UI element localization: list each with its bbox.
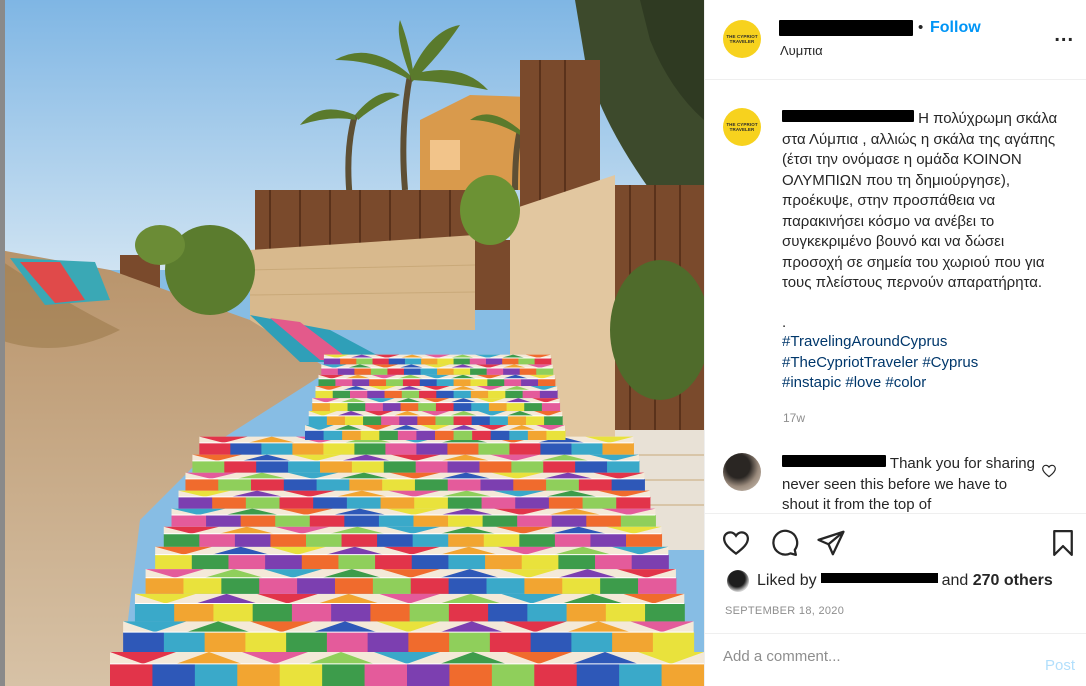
caption-body: Η πολύχρωμη σκάλα στα Λύμπια , αλλιώς η … xyxy=(782,110,1058,291)
account-avatar[interactable]: THE CYPRIOT TRAVELER xyxy=(723,20,761,58)
caption-timestamp[interactable]: 17w xyxy=(783,411,805,425)
username-redacted[interactable] xyxy=(779,20,913,36)
hashtag-link[interactable]: #TravelingAroundCyprus xyxy=(782,333,947,350)
logo-text-line2: TRAVELER xyxy=(729,39,755,44)
comment-input[interactable] xyxy=(723,648,1003,665)
commenter-username-redacted[interactable] xyxy=(782,455,886,467)
caption-avatar[interactable]: THE CYPRIOT TRAVELER xyxy=(723,108,761,146)
post-date[interactable]: SEPTEMBER 18, 2020 xyxy=(725,605,844,617)
staircase-image xyxy=(0,0,704,686)
caption-text: Η πολύχρωμη σκάλα στα Λύμπια , αλλιώς η … xyxy=(782,109,1064,294)
comments-section[interactable]: THE CYPRIOT TRAVELER Η πολύχρωμη σκάλα σ… xyxy=(705,81,1086,513)
caption-username-redacted[interactable] xyxy=(782,110,914,122)
post-photo[interactable] xyxy=(0,0,704,686)
post-header: THE CYPRIOT TRAVELER • Follow Λυμπια ... xyxy=(705,0,1086,80)
save-bookmark-icon[interactable] xyxy=(1048,528,1078,558)
liked-by-and: and xyxy=(941,572,969,589)
add-comment-bar: Post xyxy=(705,633,1086,686)
hashtag-link[interactable]: #love xyxy=(845,374,881,391)
separator-dot: • xyxy=(918,19,924,36)
follow-button[interactable]: Follow xyxy=(930,19,981,37)
comment-text: Thank you for sharing never seen this be… xyxy=(782,454,1046,513)
logo-text-line2: TRAVELER xyxy=(729,127,755,132)
liked-by-prefix: Liked by xyxy=(757,572,817,589)
liked-by-text: Liked by and 270 others xyxy=(757,572,1053,590)
caption-separator: . xyxy=(782,314,787,331)
post-actions: Liked by and 270 others SEPTEMBER 18, 202… xyxy=(705,513,1086,633)
hashtag-link[interactable]: #instapic xyxy=(782,374,841,391)
liked-by-others-link[interactable]: 270 others xyxy=(973,572,1053,589)
window-edge xyxy=(0,0,5,686)
comment-bubble-icon[interactable] xyxy=(769,528,799,558)
like-heart-icon[interactable] xyxy=(721,528,751,558)
hashtag-link[interactable]: #TheCypriotTraveler xyxy=(782,354,918,371)
share-paper-plane-icon[interactable] xyxy=(816,528,846,558)
hashtag-list: #TravelingAroundCyprus #TheCypriotTravele… xyxy=(782,332,1072,394)
location-link[interactable]: Λυμπια xyxy=(780,43,823,58)
commenter-avatar[interactable] xyxy=(723,453,761,491)
like-comment-heart-icon[interactable] xyxy=(1041,463,1057,479)
hashtag-link[interactable]: #color xyxy=(885,374,926,391)
hashtag-link[interactable]: #Cyprus xyxy=(922,354,978,371)
post-comment-button[interactable]: Post xyxy=(1045,657,1075,674)
liked-by-avatar[interactable] xyxy=(727,570,749,592)
liker-username-redacted[interactable] xyxy=(820,573,938,583)
more-options-icon[interactable]: ... xyxy=(1054,24,1074,47)
post-side-panel: THE CYPRIOT TRAVELER • Follow Λυμπια ...… xyxy=(704,0,1086,686)
